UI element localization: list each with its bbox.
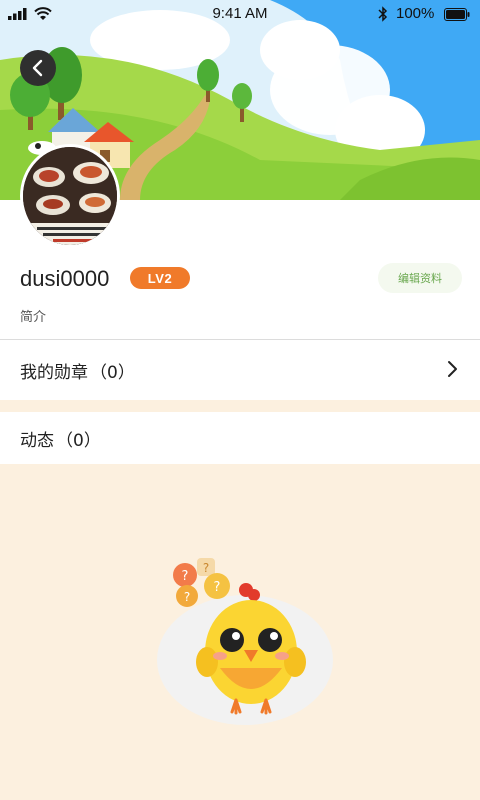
- feed-count: （0）: [56, 430, 101, 451]
- edit-profile-button[interactable]: 编辑资料: [378, 263, 462, 293]
- back-button[interactable]: [20, 50, 56, 86]
- battery-icon: [444, 8, 470, 21]
- medals-count: （0）: [90, 362, 135, 383]
- medals-label: 我的勋章: [20, 362, 88, 383]
- avatar[interactable]: [20, 144, 120, 248]
- battery-percent: 100%: [396, 5, 435, 22]
- svg-text:?: ?: [203, 561, 209, 575]
- empty-state-chick-illustration: ? ? ? ?: [157, 558, 333, 725]
- feed-header: 动态 （0）: [0, 412, 480, 464]
- status-bar: 9:41 AM 100%: [0, 0, 480, 28]
- svg-text:?: ?: [184, 590, 190, 604]
- level-badge: LV2: [130, 267, 190, 289]
- username: dusi0000: [20, 266, 110, 291]
- bluetooth-icon: [378, 6, 388, 22]
- svg-text:?: ?: [182, 569, 189, 584]
- svg-text:?: ?: [214, 580, 221, 595]
- bio-label: 简介: [20, 310, 47, 325]
- back-arrow-icon: [32, 59, 43, 77]
- my-medals-row[interactable]: 我的勋章 （0）: [0, 340, 480, 400]
- chevron-right-icon: [448, 361, 457, 377]
- feed-label: 动态: [20, 430, 54, 451]
